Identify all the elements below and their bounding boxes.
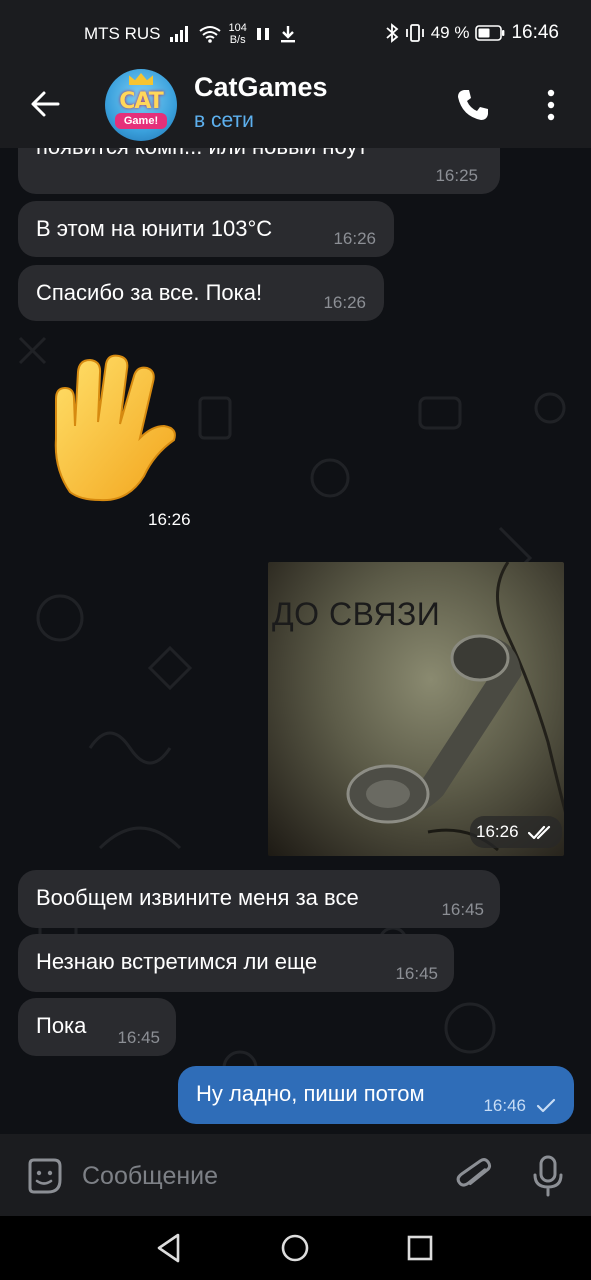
avatar-logo-text: CAT: [119, 89, 163, 114]
message-time: 16:45: [441, 900, 484, 919]
chat-online-status: в сети: [194, 109, 254, 132]
telephone-handset-image: [346, 562, 564, 852]
message-text: Спасибо за все. Пока!: [36, 280, 263, 305]
nav-recents-icon[interactable]: [406, 1234, 434, 1262]
message-input[interactable]: [82, 1158, 422, 1194]
avatar[interactable]: CAT Game!: [105, 69, 177, 141]
phone-call-icon[interactable]: [454, 86, 492, 124]
status-time: 16:46: [511, 22, 559, 43]
message-list[interactable]: появится комп... или новый ноут 16:25 В …: [0, 148, 591, 1134]
wifi-icon: [198, 26, 221, 43]
single-check-icon: [536, 1098, 556, 1113]
message-bubble-incoming[interactable]: В этом на юнити 103°C 16:26: [18, 201, 394, 257]
crown-icon: [129, 73, 153, 85]
message-text: Вообщем извините меня за все: [36, 885, 359, 910]
emoji-sticker-icon[interactable]: [24, 1156, 64, 1196]
message-bubble-incoming[interactable]: появится комп... или новый ноут 16:25: [18, 148, 500, 194]
raised-hand-emoji[interactable]: [48, 354, 188, 502]
message-bubble-outgoing[interactable]: Ну ладно, пиши потом 16:46: [178, 1066, 574, 1124]
nav-back-icon[interactable]: [154, 1232, 184, 1264]
system-navigation-bar: [0, 1216, 591, 1280]
photo-time-badge: 16:26: [470, 816, 562, 848]
paperclip-icon[interactable]: [454, 1154, 494, 1196]
message-time: 16:25: [435, 166, 478, 185]
message-text: Ну ладно, пиши потом: [196, 1081, 425, 1106]
message-text: появится комп... или новый ноут: [36, 148, 368, 160]
battery-icon: [475, 25, 505, 41]
message-composer: [0, 1134, 591, 1216]
net-speed-value: 104: [228, 22, 247, 34]
chat-title[interactable]: CatGames: [194, 72, 328, 103]
photo-message[interactable]: ДО СВЯЗИ: [268, 562, 564, 856]
message-bubble-incoming[interactable]: Пока 16:45: [18, 998, 176, 1056]
back-arrow-icon[interactable]: [28, 86, 64, 122]
message-time: 16:46: [483, 1096, 526, 1115]
message-text: Пока: [36, 1013, 87, 1038]
microphone-icon[interactable]: [530, 1154, 566, 1198]
signal-icon: [169, 26, 188, 42]
message-bubble-incoming[interactable]: Незнаю встретимся ли еще 16:45: [18, 934, 454, 992]
download-icon: [280, 26, 295, 43]
message-time: 16:26: [476, 822, 519, 841]
status-bar: MTS RUS 104 B/s 49 % 16:46: [0, 0, 591, 62]
message-bubble-incoming[interactable]: Спасибо за все. Пока! 16:26: [18, 265, 384, 321]
chat-header: CAT Game! CatGames в сети: [0, 62, 591, 148]
message-text: В этом на юнити 103°C: [36, 216, 273, 241]
sticker-time: 16:26: [148, 510, 191, 529]
message-bubble-incoming[interactable]: Вообщем извините меня за все 16:45: [18, 870, 500, 928]
message-time: 16:26: [333, 229, 376, 248]
more-menu-icon[interactable]: [536, 86, 566, 124]
message-time: 16:45: [117, 1028, 160, 1047]
message-time: 16:45: [395, 964, 438, 983]
pause-icon: [256, 28, 269, 40]
carrier-label: MTS RUS: [84, 24, 161, 43]
net-speed-unit: B/s: [229, 34, 246, 46]
message-time: 16:26: [323, 293, 366, 312]
message-text: Незнаю встретимся ли еще: [36, 949, 318, 974]
bluetooth-icon: [386, 23, 399, 43]
vibrate-icon: [405, 24, 424, 42]
nav-home-icon[interactable]: [280, 1233, 310, 1263]
net-speed: 104 B/s: [229, 22, 247, 46]
avatar-logo-subtext: Game!: [115, 113, 167, 129]
battery-percent: 49 %: [430, 23, 470, 42]
double-check-icon: [528, 825, 551, 840]
